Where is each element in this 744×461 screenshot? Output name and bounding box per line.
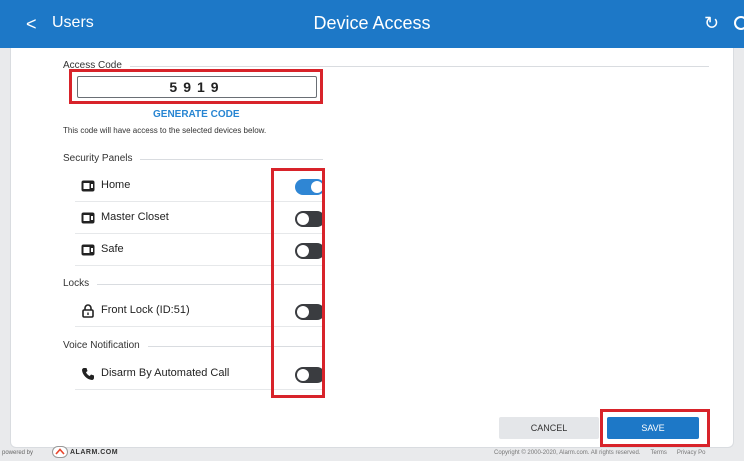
privacy-link[interactable]: Privacy Po xyxy=(677,450,706,456)
alarm-logo-icon xyxy=(52,446,68,458)
brand-name: ALARM.COM xyxy=(70,449,119,456)
device-label: Disarm By Automated Call xyxy=(101,367,230,379)
copyright-text: Copyright © 2000-2020, Alarm.com. All ri… xyxy=(494,450,641,456)
device-label: Master Closet xyxy=(101,211,169,223)
section-divider xyxy=(63,66,709,67)
voice-notification-section-label: Voice Notification xyxy=(63,340,148,351)
phone-icon xyxy=(82,368,94,380)
more-icon[interactable] xyxy=(734,16,744,30)
lock-icon xyxy=(82,304,94,318)
toggles-highlight xyxy=(271,168,325,398)
security-panels-section-label: Security Panels xyxy=(63,153,141,164)
device-label: Front Lock (ID:51) xyxy=(101,304,190,316)
refresh-icon[interactable]: ↻ xyxy=(704,13,719,34)
panel-icon xyxy=(81,180,95,192)
panel-icon xyxy=(81,244,95,256)
panel-icon xyxy=(81,212,95,224)
generate-code-button[interactable]: GENERATE CODE xyxy=(153,109,240,120)
access-code-highlight xyxy=(69,69,323,104)
access-code-help-text: This code will have access to the select… xyxy=(63,126,267,135)
powered-by-text: powered by xyxy=(2,450,34,456)
footer-links: Copyright © 2000-2020, Alarm.com. All ri… xyxy=(494,450,716,456)
save-highlight xyxy=(600,409,710,447)
locks-section-label: Locks xyxy=(63,278,98,289)
device-label: Safe xyxy=(101,243,124,255)
page-title: Device Access xyxy=(313,13,431,33)
cancel-button[interactable]: CANCEL xyxy=(499,417,599,439)
device-access-card: Access Code 5919 GENERATE CODE This code… xyxy=(10,48,734,448)
app-header: < Users Device Access ↻ xyxy=(0,0,744,48)
terms-link[interactable]: Terms xyxy=(651,450,667,456)
device-label: Home xyxy=(101,179,131,191)
